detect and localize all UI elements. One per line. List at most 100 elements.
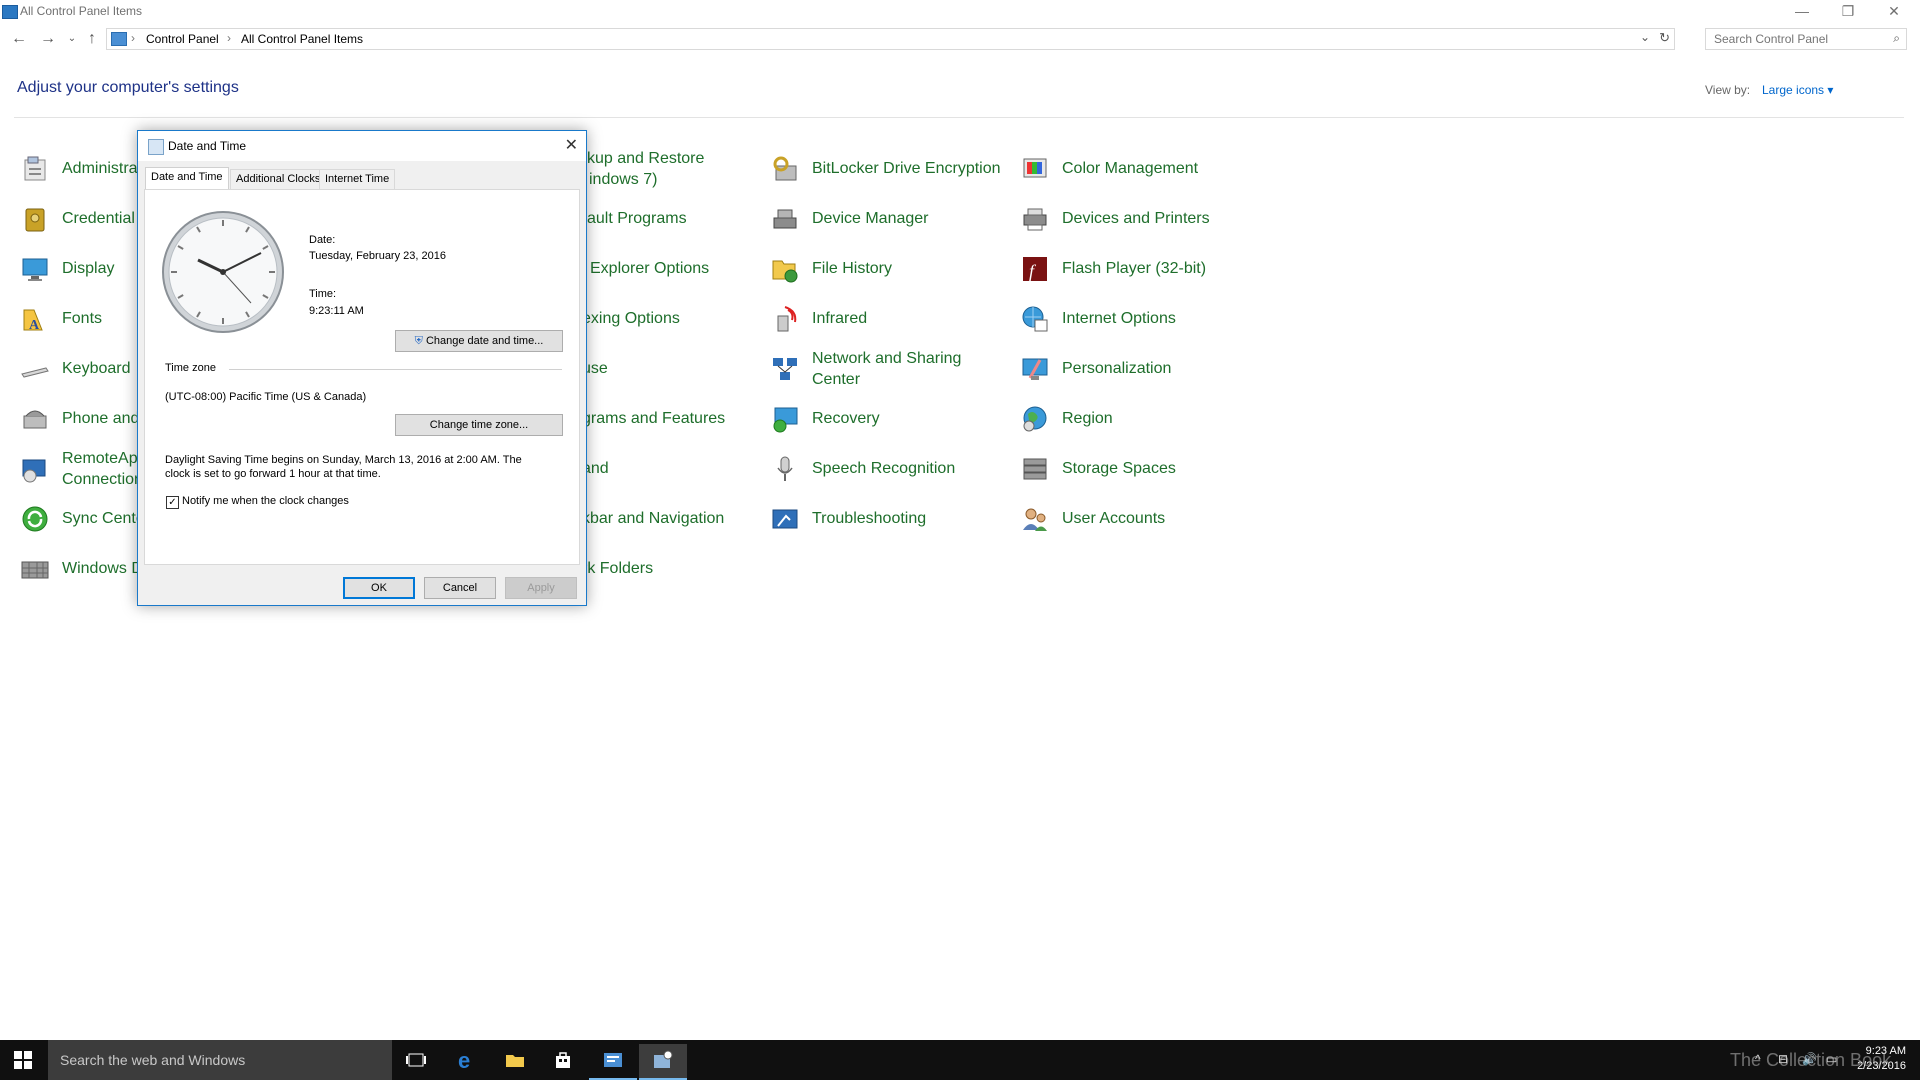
date-time-taskbar-button[interactable] — [639, 1044, 687, 1080]
dialog-close-icon[interactable]: ✕ — [565, 135, 578, 155]
date-time-dialog-icon — [148, 139, 164, 155]
cp-item-label: Explorer Options — [590, 260, 710, 277]
display-icon — [22, 258, 48, 281]
notify-checkbox-label: Notify me when the clock changes — [182, 495, 349, 507]
cp-item-label: rk Folders — [582, 560, 654, 577]
minimize-button[interactable]: — — [1780, 0, 1824, 22]
window-title: All Control Panel Items — [20, 4, 143, 18]
cancel-button[interactable]: Cancel — [424, 577, 496, 599]
breadcrumb-control-panel[interactable]: Control Panel — [146, 32, 219, 46]
bitlocker-icon — [773, 156, 797, 181]
back-arrow-icon[interactable]: ← — [9, 29, 29, 49]
control-panel-app-icon — [2, 5, 18, 19]
view-by-label: View by: — [1705, 83, 1751, 97]
svg-text:A: A — [29, 318, 40, 333]
cp-item-label: Sync Cente — [62, 510, 145, 527]
refresh-icon[interactable]: ↻ — [1659, 30, 1670, 46]
date-value: Tuesday, February 23, 2016 — [309, 250, 446, 262]
search-control-panel-box[interactable]: ⌕ — [1705, 28, 1907, 50]
notify-checkbox[interactable]: ✓ — [166, 496, 179, 509]
search-icon[interactable]: ⌕ — [1893, 31, 1900, 46]
windows-start-icon[interactable] — [14, 1051, 32, 1069]
cp-item-label: Recovery — [812, 410, 880, 427]
storage-spaces-icon — [1023, 458, 1047, 480]
color-management-icon — [1023, 158, 1047, 178]
cp-item-label: grams and Features — [582, 410, 726, 427]
forward-arrow-icon[interactable]: → — [38, 29, 58, 49]
cp-item-label: Network and Sharing — [812, 350, 962, 367]
view-by-dropdown[interactable]: Large icons ▾ — [1762, 83, 1833, 97]
change-date-and-time-label: Change date and time... — [425, 335, 544, 347]
edge-browser-icon: e — [458, 1050, 470, 1070]
cp-item-label: User Accounts — [1062, 510, 1166, 527]
sync-center-icon — [22, 506, 48, 532]
taskbar-search-box[interactable]: Search the web and Windows — [48, 1040, 392, 1080]
cp-item-label: RemoteApp — [62, 450, 147, 467]
cp-item-label: File History — [812, 260, 893, 277]
cp-item-label: exing Options — [582, 310, 680, 327]
date-time-taskbar-icon — [654, 1050, 673, 1068]
time-value: 9:23:11 AM — [309, 305, 364, 317]
up-arrow-icon[interactable]: ↑ — [82, 29, 102, 49]
close-button[interactable]: ✕ — [1872, 0, 1916, 22]
change-date-and-time-button[interactable]: ⛨ Change date and time... — [395, 330, 563, 352]
address-bar: ← → ⌄ ↑ › Control Panel › All Control Pa… — [0, 27, 1920, 51]
page-title: Adjust your computer's settings — [17, 79, 239, 96]
flash-player-icon: f — [1023, 257, 1047, 281]
phone-and-modem-icon — [23, 410, 47, 429]
store-button[interactable] — [539, 1044, 587, 1080]
tab-additional-clocks[interactable]: Additional Clocks — [230, 169, 327, 189]
breadcrumb-all-items[interactable]: All Control Panel Items — [241, 32, 363, 46]
edge-button[interactable]: e — [443, 1044, 491, 1080]
dialog-title: Date and Time — [168, 139, 247, 153]
search-input[interactable] — [1712, 29, 1886, 49]
file-explorer-icon — [506, 1055, 524, 1067]
cp-item-label: Keyboard — [62, 360, 131, 377]
tab-internet-time[interactable]: Internet Time — [319, 169, 396, 189]
cp-item-label: Device Manager — [812, 210, 929, 227]
task-view-icon — [406, 1053, 426, 1067]
fonts-icon: A — [23, 309, 43, 333]
watermark-text: The Collection Book — [1730, 1050, 1892, 1070]
infrared-icon — [777, 306, 797, 332]
task-view-button[interactable] — [392, 1044, 440, 1080]
time-zone-label: Time zone — [165, 362, 216, 374]
cp-item-label: Phone and — [62, 410, 140, 427]
breadcrumb-separator-icon: › — [227, 31, 231, 45]
address-dropdown-chevron-icon[interactable]: ⌄ — [1640, 30, 1650, 44]
file-explorer-button[interactable] — [491, 1044, 539, 1080]
time-label: Time: — [309, 288, 337, 300]
remoteapp-icon — [22, 459, 46, 483]
recent-locations-chevron-icon[interactable]: ⌄ — [62, 29, 82, 49]
device-manager-icon — [773, 209, 797, 229]
dialog-titlebar: Date and Time ✕ — [138, 131, 586, 161]
credential-manager-icon — [25, 208, 45, 232]
internet-options-icon — [1022, 306, 1048, 332]
control-panel-location-icon — [111, 32, 127, 46]
ok-button[interactable]: OK — [343, 577, 415, 599]
time-zone-divider — [229, 369, 562, 370]
keyboard-icon — [21, 367, 49, 378]
restore-button[interactable]: ❐ — [1826, 0, 1870, 22]
window-titlebar: All Control Panel Items — ❐ ✕ — [0, 0, 1920, 22]
printer-icon — [1023, 208, 1047, 231]
control-panel-taskbar-icon — [604, 1053, 622, 1067]
cp-item-label: Speech Recognition — [812, 460, 956, 477]
date-label: Date: — [309, 234, 336, 246]
cp-item-label: Display — [62, 260, 115, 277]
administrative-tools-icon — [24, 156, 46, 181]
cp-item-label: Windows D — [62, 560, 143, 577]
tab-date-and-time[interactable]: Date and Time — [145, 167, 229, 190]
cp-item-label: Flash Player (32-bit) — [1062, 260, 1207, 277]
change-time-zone-button[interactable]: Change time zone... — [395, 414, 563, 436]
cp-item-label: Region — [1062, 410, 1113, 427]
apply-button[interactable]: Apply — [505, 577, 577, 599]
address-field[interactable]: › Control Panel › All Control Panel Item… — [106, 28, 1675, 50]
date-and-time-dialog: Date and Time ✕ Date and Time Additional… — [137, 130, 587, 606]
network-and-sharing-icon — [773, 358, 797, 380]
breadcrumb-separator-icon: › — [131, 31, 135, 45]
date-and-time-tab-panel: Date: Tuesday, February 23, 2016 Time: 9… — [144, 189, 580, 565]
troubleshooting-icon — [772, 509, 798, 529]
cp-item-label-line2: Connection — [62, 471, 143, 488]
control-panel-taskbar-button[interactable] — [589, 1044, 637, 1080]
